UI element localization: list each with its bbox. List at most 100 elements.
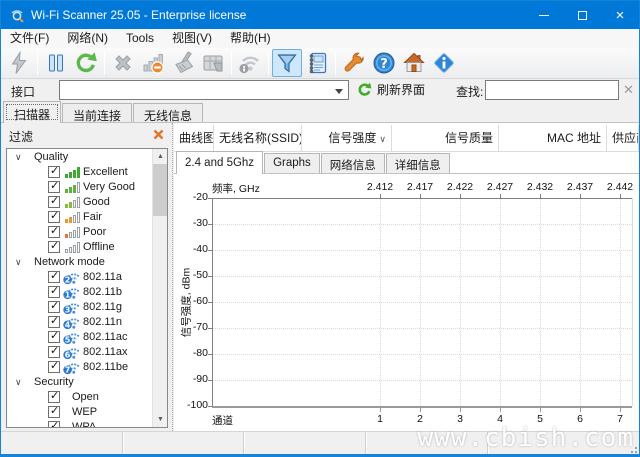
filter-item[interactable]: ✓2802.11a	[7, 270, 152, 285]
checkbox[interactable]: ✓	[48, 196, 60, 208]
delete-network-button[interactable]	[108, 49, 138, 77]
homepage-button[interactable]	[399, 49, 429, 77]
collapse-icon[interactable]: ∨	[15, 255, 22, 270]
filter-item[interactable]: ✓WEP	[7, 405, 152, 420]
gridline-horizontal	[213, 328, 632, 329]
help-button[interactable]: ?	[369, 49, 399, 77]
rescan-button[interactable]	[71, 49, 101, 77]
filter-button[interactable]	[272, 49, 302, 77]
help-icon: ?	[372, 51, 396, 75]
checkbox[interactable]: ✓	[48, 346, 60, 358]
sort-dropdown-icon[interactable]: ∨	[379, 134, 386, 144]
checkbox[interactable]: ✓	[48, 331, 60, 343]
filter-item[interactable]: ✓ Very Good	[7, 180, 152, 195]
settings-button[interactable]	[339, 49, 369, 77]
checkbox[interactable]: ✓	[48, 421, 60, 427]
channel-tick-mark	[580, 408, 581, 412]
menu-item-5[interactable]: 帮助(H)	[221, 29, 280, 48]
checkbox[interactable]: ✓	[48, 241, 60, 253]
filter-item[interactable]: ✓Excellent	[7, 165, 152, 180]
scroll-up-icon[interactable]: ▲	[153, 149, 168, 164]
tab-1[interactable]: 扫描器	[3, 101, 61, 123]
checkbox[interactable]: ✓	[48, 211, 60, 223]
checkbox[interactable]: ✓	[48, 406, 60, 418]
checkbox[interactable]: ✓	[48, 301, 60, 313]
freq-tick-mark	[380, 194, 381, 198]
collapse-icon[interactable]: ∨	[15, 150, 22, 165]
about-button[interactable]	[429, 49, 459, 77]
filter-item[interactable]: ✓4802.11n	[7, 315, 152, 330]
refresh-ui-button[interactable]: 刷新界面	[357, 81, 425, 98]
checkbox[interactable]: ✓	[48, 271, 60, 283]
scrollbar-thumb[interactable]	[153, 164, 168, 216]
svg-text:7: 7	[65, 366, 71, 375]
menu-item-3[interactable]: Tools	[117, 29, 163, 48]
column-label: MAC 地址	[547, 131, 601, 145]
checkbox[interactable]: ✓	[48, 226, 60, 238]
menu-item-4[interactable]: 视图(V)	[163, 29, 221, 48]
clear-table-button[interactable]	[198, 49, 228, 77]
tab-3[interactable]: 无线信息	[133, 103, 203, 122]
sub-tab-1[interactable]: 2.4 and 5Ghz	[176, 151, 263, 174]
filter-item[interactable]: ✓Open	[7, 390, 152, 405]
collapse-icon[interactable]: ∨	[15, 375, 22, 390]
filter-item[interactable]: ✓7802.11be	[7, 360, 152, 375]
column-header-5[interactable]: MAC 地址	[499, 125, 607, 152]
column-header-2[interactable]: 无线名称(SSID)	[214, 125, 302, 152]
filter-item-label: Very Good	[83, 180, 135, 195]
filter-item[interactable]: ✓6802.11ax	[7, 345, 152, 360]
find-label: 查找:	[456, 83, 483, 100]
filter-item[interactable]: ✓Fair	[7, 210, 152, 225]
filter-item-label: Poor	[83, 225, 106, 240]
checkbox[interactable]: ✓	[48, 166, 60, 178]
interface-combobox[interactable]	[59, 80, 349, 100]
column-header-6[interactable]: 供应商	[607, 125, 639, 152]
sub-tab-4[interactable]: 详细信息	[386, 153, 450, 173]
filter-item[interactable]: ✓ Poor	[7, 225, 152, 240]
sub-tab-2[interactable]: Graphs	[264, 153, 320, 173]
home-icon	[402, 51, 426, 75]
gridline-horizontal	[213, 250, 632, 251]
column-header-3[interactable]: 信号强度∨	[302, 125, 392, 152]
minimize-button[interactable]	[525, 1, 563, 29]
plot-right-border	[632, 198, 633, 406]
menu-item-1[interactable]: 文件(F)	[1, 29, 58, 48]
freq-tick-label: 2.422	[438, 181, 482, 193]
freq-tick-label: 2.437	[558, 181, 602, 193]
find-input[interactable]	[485, 80, 619, 100]
filter-item[interactable]: ✓Offline	[7, 240, 152, 255]
start-scan-button[interactable]	[4, 49, 34, 77]
checkbox[interactable]: ✓	[48, 316, 60, 328]
filter-section-3: ∨Security	[7, 375, 152, 390]
filter-item[interactable]: ✓WPA	[7, 420, 152, 427]
column-header-1[interactable]: 曲线图	[174, 125, 214, 152]
menu-item-2[interactable]: 网络(N)	[58, 29, 117, 48]
sub-tab-3[interactable]: 网络信息	[321, 153, 385, 173]
checkbox[interactable]: ✓	[48, 361, 60, 373]
close-filter-icon[interactable]	[153, 129, 164, 140]
maximize-button[interactable]	[563, 1, 601, 29]
clear-find-icon[interactable]: ✕	[623, 82, 634, 98]
scroll-down-icon[interactable]: ▼	[153, 412, 168, 427]
checkbox[interactable]: ✓	[48, 181, 60, 193]
wireless-information-button[interactable]	[235, 49, 265, 77]
filter-item[interactable]: ✓3802.11g	[7, 300, 152, 315]
close-button[interactable]: ×	[601, 1, 639, 29]
filter-item[interactable]: ✓5802.11ac	[7, 330, 152, 345]
checkbox[interactable]: ✓	[48, 391, 60, 403]
clear-networks-button[interactable]	[168, 49, 198, 77]
resize-grip[interactable]	[627, 443, 637, 453]
y-tick-label: -20	[178, 191, 208, 203]
pause-scan-button[interactable]	[41, 49, 71, 77]
tab-2[interactable]: 当前连接	[62, 103, 132, 122]
checkbox[interactable]: ✓	[48, 286, 60, 298]
tree-scrollbar[interactable]: ▲ ▼	[152, 149, 167, 427]
remove-inactive-button[interactable]	[138, 49, 168, 77]
filter-item[interactable]: ✓1802.11b	[7, 285, 152, 300]
column-header-4[interactable]: 信号质量	[392, 125, 499, 152]
titlebar: Wi-Fi Scanner 25.05 - Enterprise license…	[1, 1, 639, 29]
filter-item-label: 802.11a	[83, 270, 122, 285]
about-icon	[432, 51, 456, 75]
report-button[interactable]	[302, 49, 332, 77]
filter-item[interactable]: ✓Good	[7, 195, 152, 210]
